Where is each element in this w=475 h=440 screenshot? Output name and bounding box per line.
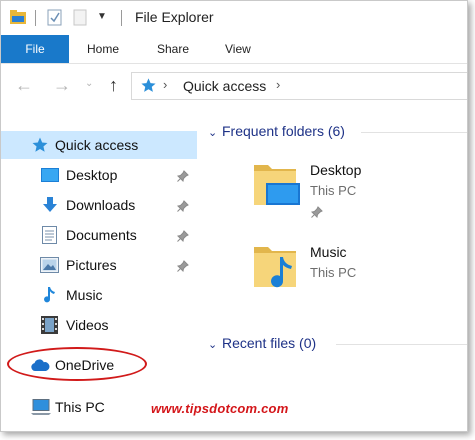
new-folder-icon[interactable] (73, 9, 87, 31)
navigation-bar: ← → ⌄ ↑ › Quick access › (1, 64, 467, 108)
sidebar-item-videos[interactable]: Videos (1, 311, 197, 339)
separator (35, 10, 36, 26)
group-header-recent-files[interactable]: ⌄ Recent files (0) (208, 335, 316, 351)
sidebar-item-downloads[interactable]: Downloads (1, 191, 197, 219)
sidebar-item-quick-access[interactable]: Quick access (1, 131, 197, 159)
group-header-label: Recent files (0) (222, 335, 317, 351)
back-arrow-icon[interactable]: ← (15, 75, 33, 96)
sidebar-item-desktop[interactable]: Desktop (1, 161, 197, 189)
tab-view[interactable]: View (225, 35, 251, 63)
documents-icon (42, 226, 57, 249)
file-explorer-window: ▼ File Explorer File Home Share View ← →… (0, 0, 468, 432)
sidebar-item-label: Downloads (66, 197, 136, 213)
download-arrow-icon (41, 196, 59, 219)
title-bar: ▼ File Explorer (1, 1, 467, 35)
music-folder-icon (250, 239, 302, 296)
forward-arrow-icon[interactable]: → (53, 75, 71, 96)
sidebar-item-label: This PC (55, 399, 105, 415)
folder-location: This PC (310, 183, 357, 198)
music-note-icon (42, 286, 56, 309)
watermark: www.tipsdotcom.com (151, 401, 289, 416)
sidebar-item-label: Music (66, 287, 103, 303)
star-icon (31, 136, 49, 159)
properties-icon[interactable] (47, 9, 63, 31)
star-icon (140, 77, 157, 99)
sidebar-item-music[interactable]: Music (1, 281, 197, 309)
breadcrumb[interactable]: Quick access (183, 78, 266, 94)
customize-dropdown-icon[interactable]: ▼ (97, 11, 107, 22)
sidebar-item-label: Videos (66, 317, 109, 333)
sidebar-item-label: Quick access (55, 137, 139, 153)
sidebar-item-label: Desktop (66, 167, 118, 183)
sidebar-item-label: Documents (66, 227, 137, 243)
divider (361, 132, 467, 133)
recent-locations-chevron-icon[interactable]: ⌄ (85, 78, 93, 89)
breadcrumb-chevron-icon[interactable]: › (163, 77, 167, 92)
pin-icon[interactable] (176, 229, 189, 247)
ribbon-tabs: File Home Share View (1, 35, 467, 64)
sidebar-item-documents[interactable]: Documents (1, 221, 197, 249)
group-header-frequent-folders[interactable]: ⌄ Frequent folders (6) (208, 123, 345, 139)
folder-tile-desktop[interactable]: Desktop This PC (198, 149, 467, 219)
folder-tile-music[interactable]: Music This PC (198, 231, 467, 301)
folder-name: Music (310, 244, 347, 260)
window-title: File Explorer (135, 9, 214, 25)
address-bar[interactable]: › Quick access › (131, 72, 467, 100)
pin-icon[interactable] (176, 169, 189, 187)
pin-icon[interactable] (310, 205, 323, 223)
content-pane: ⌄ Frequent folders (6) Desktop This PC M… (198, 109, 467, 431)
desktop-icon (41, 168, 59, 187)
folder-icon[interactable] (9, 9, 27, 30)
film-icon (41, 316, 58, 339)
folder-name: Desktop (310, 162, 362, 178)
pin-icon[interactable] (176, 259, 189, 277)
navigation-pane: Quick access Desktop Downloads Documents (1, 109, 197, 431)
desktop-folder-icon (250, 157, 302, 214)
group-header-label: Frequent folders (6) (222, 123, 345, 139)
highlight-ellipse (7, 347, 147, 381)
chevron-down-icon: ⌄ (208, 127, 218, 139)
tab-file[interactable]: File (1, 35, 69, 63)
up-arrow-icon[interactable]: ↑ (109, 75, 118, 96)
folder-location: This PC (310, 265, 357, 280)
breadcrumb-chevron-icon[interactable]: › (276, 77, 280, 92)
chevron-down-icon: ⌄ (208, 339, 218, 351)
separator (121, 10, 122, 26)
computer-icon (31, 399, 51, 420)
sidebar-item-pictures[interactable]: Pictures (1, 251, 197, 279)
pin-icon[interactable] (176, 199, 189, 217)
divider (336, 344, 467, 345)
pictures-icon (40, 257, 59, 278)
tab-home[interactable]: Home (87, 35, 119, 63)
sidebar-item-label: Pictures (66, 257, 117, 273)
tab-share[interactable]: Share (157, 35, 189, 63)
